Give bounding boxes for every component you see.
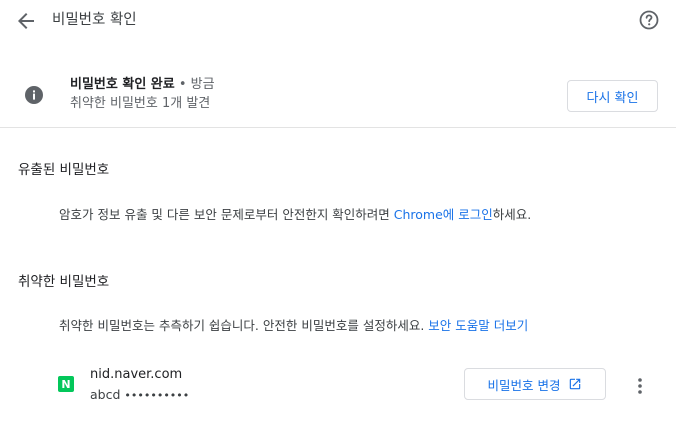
status-main: 비밀번호 확인 완료 <box>70 77 175 92</box>
leaked-section-title: 유출된 비밀번호 <box>18 162 110 178</box>
check-status-card: 비밀번호 확인 완료 • 방금 취약한 비밀번호 1개 발견 다시 확인 <box>0 60 676 128</box>
change-password-button[interactable]: 비밀번호 변경 <box>464 368 606 400</box>
header: 비밀번호 확인 <box>0 0 676 40</box>
arrow-back-icon <box>18 13 34 29</box>
open-in-new-icon <box>570 378 581 390</box>
info-icon <box>25 86 43 104</box>
leaked-section-body: 암호가 정보 유출 및 다른 보안 문제로부터 안전한지 확인하려면 Chrom… <box>59 206 531 224</box>
recheck-button[interactable]: 다시 확인 <box>567 80 658 112</box>
more-vert-icon <box>638 378 642 394</box>
credential-row: N nid.naver.com abcd •••••••••• 비밀번호 변경 <box>0 360 676 408</box>
help-button[interactable] <box>637 8 661 32</box>
weak-section-body: 취약한 비밀번호는 추측하기 쉽습니다. 안전한 비밀번호를 설정하세요. 보안… <box>59 317 528 335</box>
sign-in-link[interactable]: Chrome에 로그인 <box>394 207 493 222</box>
credential-username: abcd <box>90 387 121 402</box>
leaked-body-text: 암호가 정보 유출 및 다른 보안 문제로부터 안전한지 확인하려면 <box>59 207 394 222</box>
weak-body-text: 취약한 비밀번호는 추측하기 쉽습니다. 안전한 비밀번호를 설정하세요. <box>59 318 429 333</box>
change-password-label: 비밀번호 변경 <box>487 377 561 393</box>
credential-site: nid.naver.com <box>90 367 183 382</box>
status-detail: 취약한 비밀번호 1개 발견 <box>70 96 211 111</box>
more-actions-button[interactable] <box>628 374 652 398</box>
naver-favicon-icon: N <box>58 376 74 392</box>
status-separator: • <box>174 77 191 92</box>
credential-password-mask: •••••••••• <box>124 389 190 402</box>
weak-section-title: 취약한 비밀번호 <box>18 274 110 290</box>
help-circle-icon <box>639 10 659 30</box>
status-summary: 비밀번호 확인 완료 • 방금 <box>70 76 215 94</box>
credential-user: abcd •••••••••• <box>90 386 189 404</box>
page-title: 비밀번호 확인 <box>52 12 137 28</box>
security-tips-link[interactable]: 보안 도움말 더보기 <box>428 318 528 333</box>
leaked-body-suffix: 하세요. <box>492 207 532 222</box>
status-time: 방금 <box>190 77 215 92</box>
back-button[interactable] <box>14 9 38 33</box>
